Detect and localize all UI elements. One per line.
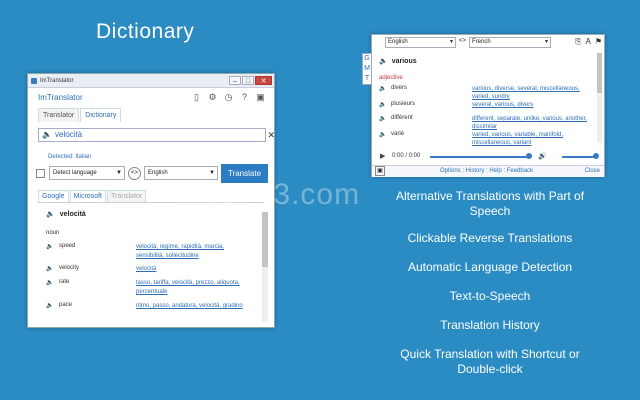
scrollbar[interactable] [597, 53, 602, 143]
clock-icon[interactable]: ◷ [223, 92, 234, 103]
tab-translator-provider[interactable]: Translator [106, 190, 147, 202]
swap-languages-icon[interactable]: <> [459, 38, 466, 44]
tab-dictionary[interactable]: Dictionary [80, 108, 122, 122]
volume-icon[interactable]: 🔊 [538, 152, 547, 160]
close-button[interactable]: ✕ [255, 76, 272, 85]
provider-side-tabs: G M T [362, 53, 372, 85]
speaker-icon[interactable]: 🔈 [379, 131, 386, 138]
reverse-translation-link[interactable]: ritmo, passo, andatura, velocità, gradin… [136, 302, 252, 311]
copy-icon[interactable]: ⎘ [575, 37, 581, 47]
translation-popup: English ▼ <> French ▼ ⎘ A ⚑ G M T 🔈 various… [362, 34, 605, 177]
scrollbar[interactable] [262, 212, 268, 322]
window-titlebar: ImTranslator – □ ✕ [28, 74, 274, 88]
tab-microsoft[interactable]: Microsoft [69, 190, 106, 202]
scrollbar-thumb[interactable] [262, 212, 268, 267]
image-icon[interactable]: ▣ [375, 166, 385, 176]
audio-player: ▶ 0:00 / 0:00 🔊 [378, 152, 600, 162]
checkbox[interactable] [36, 169, 45, 178]
volume-track[interactable] [562, 156, 596, 158]
feature-list: Alternative Translations with Part of Sp… [390, 189, 590, 391]
window-title: ImTranslator [40, 78, 74, 84]
popup-footer: ▣ Options : History : Help : Feedback Cl… [372, 165, 604, 177]
reverse-translation-link[interactable]: varied, various, variable, manifold, mis… [472, 131, 592, 147]
image-icon[interactable]: ▣ [255, 92, 266, 103]
tab-google[interactable]: G [363, 54, 371, 64]
play-icon[interactable]: ▶ [380, 152, 385, 160]
target-language-select[interactable]: French ▼ [469, 37, 551, 48]
chevron-down-icon: ▼ [116, 170, 122, 176]
font-icon[interactable]: A [585, 37, 590, 47]
speaker-icon[interactable]: 🔈 [46, 211, 55, 218]
feature-item: Quick Translation with Shortcut or Doubl… [400, 347, 580, 376]
speaker-icon[interactable]: 🔈 [379, 101, 386, 108]
tab-translator[interactable]: T [363, 74, 371, 84]
swap-languages-icon[interactable]: <> [128, 167, 141, 180]
dictionary-result: 🔈 velocità noun 🔈 speed velocità, regime,… [38, 202, 264, 327]
reverse-translation-link[interactable]: several, various, divers [472, 101, 592, 109]
chevron-down-icon: ▼ [449, 39, 454, 45]
progress-track[interactable] [430, 156, 528, 158]
tab-translator[interactable]: Translator [38, 108, 80, 122]
detected-language: Detected: Italian [48, 154, 92, 160]
clear-icon[interactable]: ✕ [267, 129, 274, 141]
speaker-icon[interactable]: 🔈 [379, 115, 386, 122]
pin-icon[interactable]: ⚑ [595, 37, 602, 47]
minimize-button[interactable]: – [229, 76, 241, 85]
scrollbar-thumb[interactable] [597, 53, 602, 93]
feature-item: Automatic Language Detection [407, 260, 573, 274]
feature-item: Text-to-Speech [449, 289, 531, 303]
speaker-icon[interactable]: 🔈 [46, 243, 53, 250]
help-icon[interactable]: ? [239, 92, 250, 103]
feature-item: Clickable Reverse Translations [407, 231, 573, 245]
part-of-speech: adjective [379, 75, 403, 81]
app-name: ImTranslator [38, 93, 83, 102]
maximize-button[interactable]: □ [242, 76, 254, 85]
volume-handle[interactable] [593, 153, 599, 159]
source-language-select[interactable]: Detect language ▼ [49, 166, 125, 180]
gear-icon[interactable]: ⚙ [207, 92, 218, 103]
feature-item: Alternative Translations with Part of Sp… [395, 189, 585, 218]
tab-microsoft[interactable]: M [363, 64, 371, 74]
source-input[interactable]: 🔈 velocità ✕ [38, 128, 274, 142]
audio-time: 0:00 / 0:00 [392, 153, 421, 159]
footer-links[interactable]: Options : History : Help : Feedback [440, 166, 533, 177]
feature-item: Translation History [440, 318, 540, 332]
reverse-translation-link[interactable]: velocità [136, 265, 252, 274]
reverse-translation-link[interactable]: velocità, regime, rapidità, marcia, sens… [136, 243, 252, 261]
speaker-icon[interactable]: 🔈 [46, 265, 53, 272]
speaker-icon[interactable]: 🔈 [46, 279, 53, 286]
book-icon[interactable]: ▯ [191, 92, 202, 103]
speaker-icon[interactable]: 🔈 [379, 58, 388, 65]
chevron-down-icon: ▼ [544, 39, 549, 45]
source-text: velocità [55, 130, 83, 139]
reverse-translation-link[interactable]: various, diverse, several, miscellaneous… [472, 85, 592, 101]
close-link[interactable]: Close [585, 166, 600, 177]
watermark: Hao743.com [180, 178, 361, 211]
tab-google[interactable]: Google [38, 190, 69, 202]
progress-handle[interactable] [526, 153, 532, 159]
speaker-icon[interactable]: 🔈 [379, 85, 386, 92]
source-language-select[interactable]: English ▼ [385, 37, 456, 48]
speaker-icon[interactable]: 🔈 [42, 129, 52, 141]
speaker-icon[interactable]: 🔈 [46, 302, 53, 309]
reverse-translation-link[interactable]: tasso, tariffa, velocità, prezzo, aliquo… [136, 279, 252, 297]
reverse-translation-link[interactable]: different, separate, unlike, various, an… [472, 115, 592, 131]
headword: velocità [59, 211, 86, 218]
headword: various [391, 58, 417, 65]
part-of-speech: noun [46, 230, 60, 236]
app-icon [31, 78, 37, 84]
hero-title: Dictionary [96, 20, 195, 43]
